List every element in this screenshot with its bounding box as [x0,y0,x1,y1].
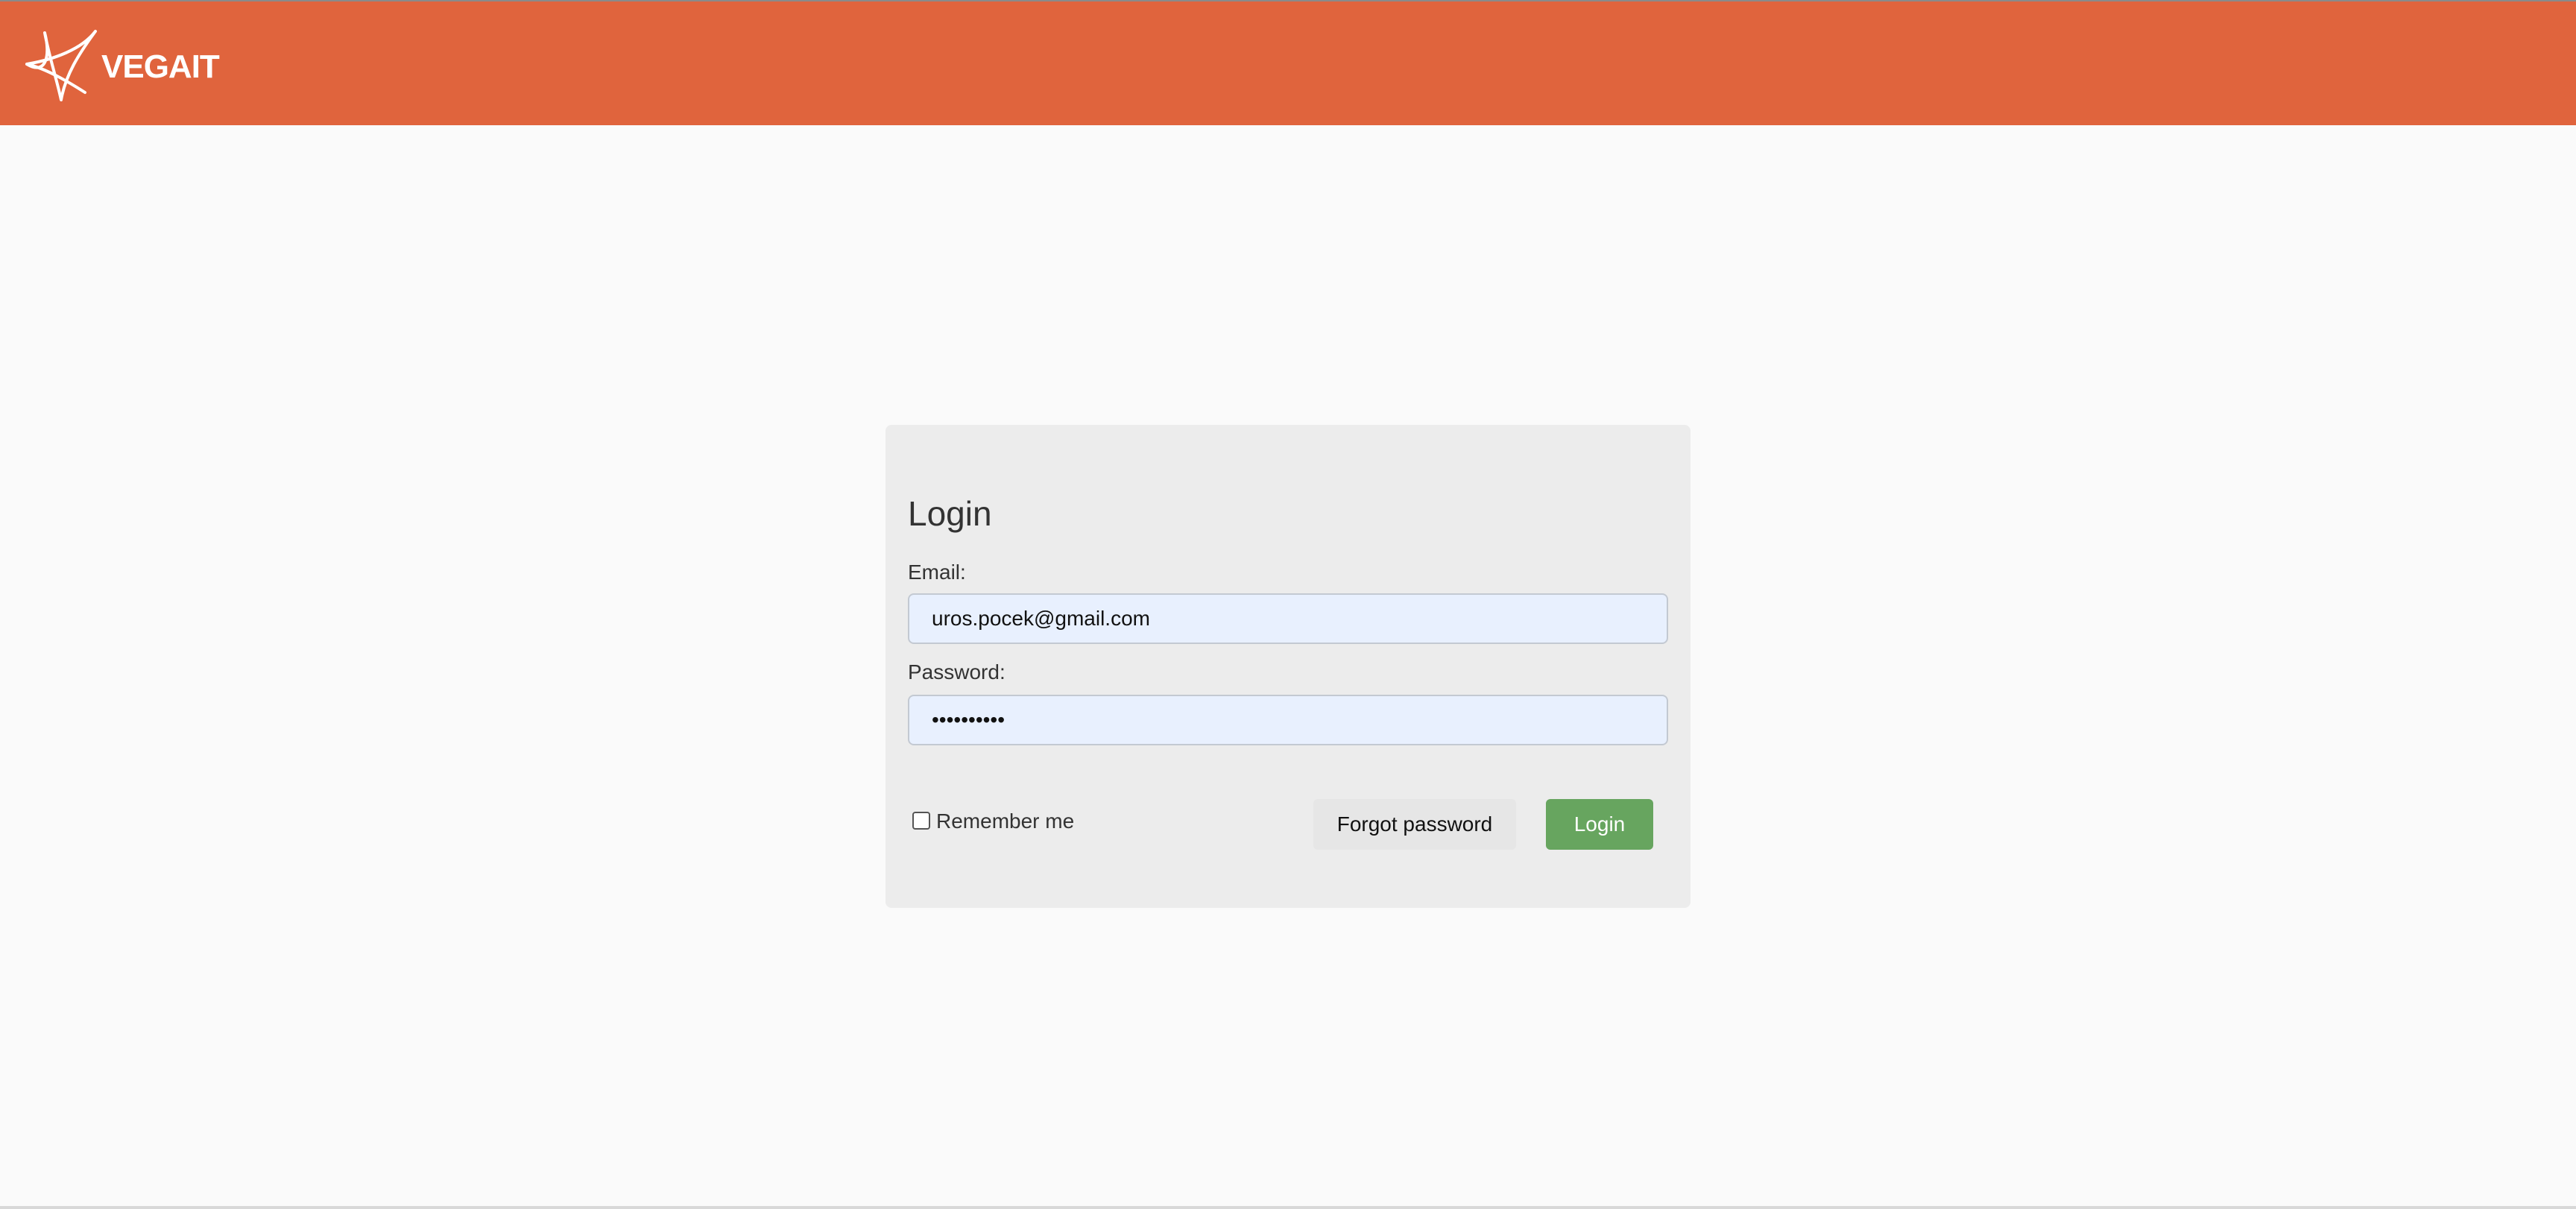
remember-me-checkbox[interactable] [912,812,930,830]
vegait-logo[interactable]: VEGAIT [24,27,220,104]
page-bottom-border [0,1206,2576,1209]
brand-name: VEGAIT [101,48,220,85]
star-logo-icon [24,27,98,104]
forgot-password-button[interactable]: Forgot password [1313,799,1516,850]
page-title: Login [908,494,992,533]
login-card: Login Email: Password: Remember me Forgo… [886,425,1690,908]
login-button[interactable]: Login [1546,799,1653,850]
password-field[interactable] [908,695,1668,745]
email-field[interactable] [908,593,1668,644]
remember-me-label: Remember me [936,809,1075,833]
remember-me[interactable]: Remember me [912,809,1074,833]
top-header-bar: VEGAIT [0,0,2576,125]
email-label: Email: [908,561,966,584]
password-label: Password: [908,660,1006,684]
